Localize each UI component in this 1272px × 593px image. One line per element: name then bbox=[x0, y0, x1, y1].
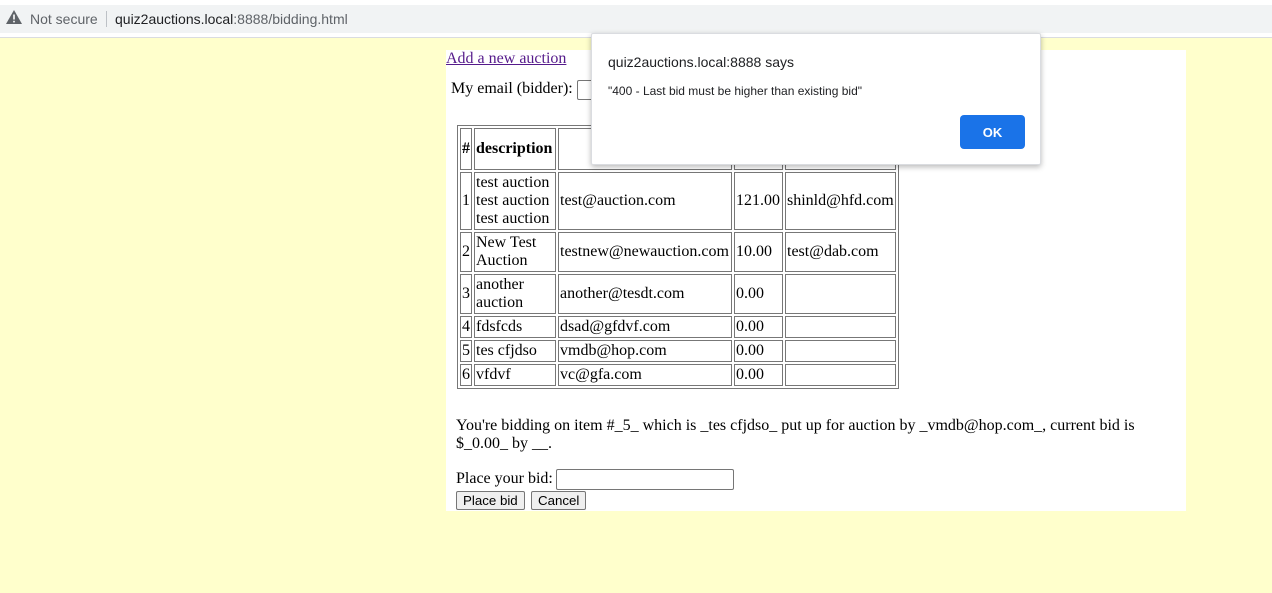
cell-seller: vc@gfa.com bbox=[558, 364, 732, 386]
cell-description: test auction test auction test auction bbox=[474, 172, 556, 230]
security-status-label[interactable]: Not secure bbox=[30, 11, 98, 27]
table-row[interactable]: 3 another auction another@tesdt.com 0.00 bbox=[460, 274, 896, 314]
place-bid-button[interactable]: Place bid bbox=[456, 491, 525, 510]
bidding-status-text: You're bidding on item #_5_ which is _te… bbox=[456, 417, 1135, 452]
bid-label: Place your bid: bbox=[456, 470, 553, 487]
table-row[interactable]: 5 tes cfjdso vmdb@hop.com 0.00 bbox=[460, 340, 896, 362]
cell-bidder bbox=[785, 364, 896, 386]
cell-bidder bbox=[785, 274, 896, 314]
cell-seller: dsad@gfdvf.com bbox=[558, 316, 732, 338]
add-auction-link[interactable]: Add a new auction bbox=[446, 50, 566, 68]
url-path: :8888/bidding.html bbox=[233, 11, 348, 27]
address-divider bbox=[106, 11, 107, 27]
url-text[interactable]: quiz2auctions.local:8888/bidding.html bbox=[115, 11, 348, 27]
cell-number: 1 bbox=[460, 172, 472, 230]
cancel-button[interactable]: Cancel bbox=[531, 491, 587, 510]
cell-bid: 0.00 bbox=[734, 274, 783, 314]
cell-number: 3 bbox=[460, 274, 472, 314]
cell-bid: 10.00 bbox=[734, 232, 783, 272]
cell-bidder bbox=[785, 340, 896, 362]
cell-bid: 121.00 bbox=[734, 172, 783, 230]
cell-bid: 0.00 bbox=[734, 316, 783, 338]
cell-seller: test@auction.com bbox=[558, 172, 732, 230]
dialog-title: quiz2auctions.local:8888 says bbox=[608, 54, 795, 70]
cell-description: another auction bbox=[474, 274, 556, 314]
cell-description: tes cfjdso bbox=[474, 340, 556, 362]
cell-bidder bbox=[785, 316, 896, 338]
cell-description: New Test Auction bbox=[474, 232, 556, 272]
cell-number: 2 bbox=[460, 232, 472, 272]
url-host: quiz2auctions.local bbox=[115, 11, 234, 27]
cell-description: fdsfcds bbox=[474, 316, 556, 338]
bid-amount-input[interactable] bbox=[556, 469, 734, 490]
dialog-ok-button[interactable]: OK bbox=[960, 115, 1025, 149]
table-row[interactable]: 4 fdsfcds dsad@gfdvf.com 0.00 bbox=[460, 316, 896, 338]
cell-seller: another@tesdt.com bbox=[558, 274, 732, 314]
table-row[interactable]: 6 vfdvf vc@gfa.com 0.00 bbox=[460, 364, 896, 386]
cell-bidder: test@dab.com bbox=[785, 232, 896, 272]
cell-bid: 0.00 bbox=[734, 340, 783, 362]
cell-description: vfdvf bbox=[474, 364, 556, 386]
header-number: # bbox=[460, 128, 472, 170]
header-description: description bbox=[474, 128, 556, 170]
cell-seller: vmdb@hop.com bbox=[558, 340, 732, 362]
cell-bidder: shinld@hfd.com bbox=[785, 172, 896, 230]
table-row[interactable]: 2 New Test Auction testnew@newauction.co… bbox=[460, 232, 896, 272]
cell-bid: 0.00 bbox=[734, 364, 783, 386]
email-label: My email (bidder): bbox=[451, 80, 573, 97]
cell-seller: testnew@newauction.com bbox=[558, 232, 732, 272]
alert-dialog: quiz2auctions.local:8888 says "400 - Las… bbox=[591, 33, 1041, 165]
cell-number: 5 bbox=[460, 340, 472, 362]
warning-icon[interactable] bbox=[6, 10, 22, 24]
cell-number: 6 bbox=[460, 364, 472, 386]
cell-number: 4 bbox=[460, 316, 472, 338]
table-row[interactable]: 1 test auction test auction test auction… bbox=[460, 172, 896, 230]
dialog-message: "400 - Last bid must be higher than exis… bbox=[608, 84, 863, 98]
